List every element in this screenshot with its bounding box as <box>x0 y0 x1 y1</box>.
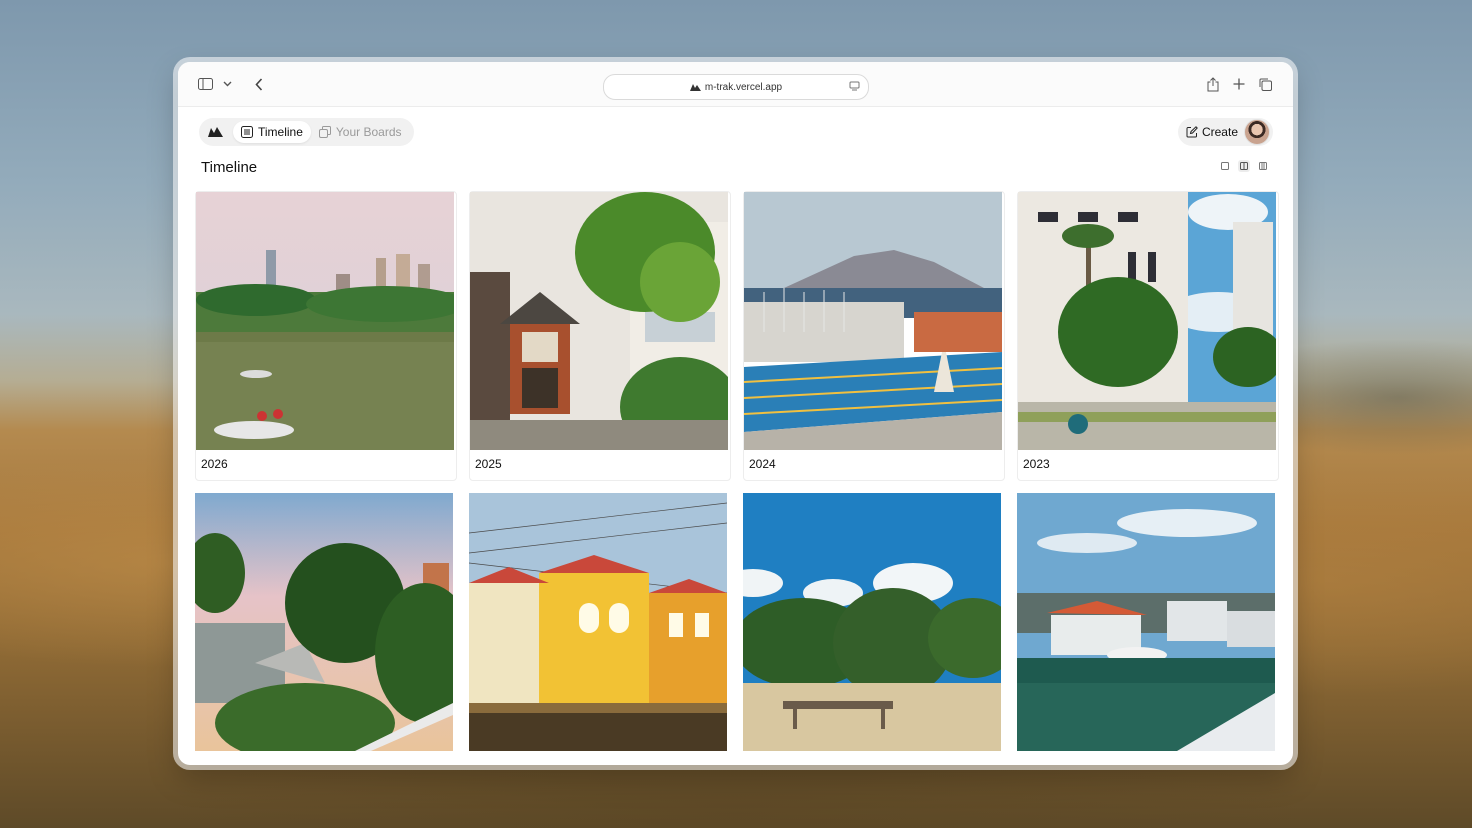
app-logo-icon[interactable] <box>203 120 227 144</box>
year-label: 2025 <box>475 457 502 471</box>
edit-icon <box>1186 126 1198 138</box>
timeline-card[interactable]: 2023 <box>1017 191 1279 481</box>
year-label: 2024 <box>749 457 776 471</box>
timeline-card[interactable] <box>743 493 1003 751</box>
photo-picnic-trees <box>743 493 1001 751</box>
sidebar-icon[interactable] <box>196 75 214 93</box>
photo-hanok-house <box>470 192 728 450</box>
year-label: 2026 <box>201 457 228 471</box>
new-tab-icon[interactable] <box>1230 75 1248 93</box>
timeline-card[interactable]: 2024 <box>743 191 1005 481</box>
share-icon[interactable] <box>1204 75 1222 93</box>
address-bar[interactable]: m-trak.vercel.app <box>603 74 869 100</box>
photo-marina-boathouses <box>1017 493 1275 751</box>
tabs-overview-icon[interactable] <box>1256 75 1274 93</box>
timeline-card[interactable] <box>469 493 729 751</box>
create-button[interactable]: Create <box>1186 125 1238 139</box>
create-button-label: Create <box>1201 125 1238 139</box>
three-column-view-icon[interactable] <box>1257 160 1269 172</box>
photo-apartment-palm <box>1018 192 1276 450</box>
year-label: 2023 <box>1023 457 1050 471</box>
timeline-card[interactable] <box>195 493 455 751</box>
main-nav: Timeline Your Boards <box>199 118 414 146</box>
two-column-view-icon[interactable] <box>1238 160 1250 172</box>
boards-icon <box>318 126 331 138</box>
timeline-card[interactable]: 2025 <box>469 191 731 481</box>
site-favicon-icon <box>689 84 701 91</box>
list-icon <box>241 126 253 138</box>
timeline-card[interactable] <box>1017 493 1277 751</box>
user-actions: Create <box>1177 118 1273 146</box>
browser-toolbar: m-trak.vercel.app <box>178 62 1293 107</box>
photo-sunset-treetops <box>195 493 453 751</box>
back-icon[interactable] <box>250 75 268 93</box>
photo-city-park-lake <box>196 192 454 450</box>
timeline-card[interactable]: 2026 <box>195 191 457 481</box>
page-title: Timeline <box>201 159 258 176</box>
view-mode-switch <box>1219 160 1269 172</box>
tab-timeline[interactable]: Timeline <box>233 121 311 143</box>
tab-your-boards-label: Your Boards <box>335 125 402 139</box>
photo-harbor-pool-volcano <box>744 192 1002 450</box>
tab-timeline-label: Timeline <box>258 125 303 139</box>
url-text: m-trak.vercel.app <box>704 81 783 93</box>
browser-window: m-trak.vercel.app Timeline Your Boards C… <box>178 62 1293 765</box>
app-content: Timeline Your Boards Create Timeline 202… <box>178 107 1293 765</box>
avatar[interactable] <box>1244 119 1270 145</box>
chevron-down-icon[interactable] <box>218 75 236 93</box>
tab-your-boards[interactable]: Your Boards <box>311 121 410 143</box>
photo-yellow-houses <box>469 493 727 751</box>
single-column-view-icon[interactable] <box>1219 160 1231 172</box>
reader-icon[interactable] <box>849 81 860 92</box>
